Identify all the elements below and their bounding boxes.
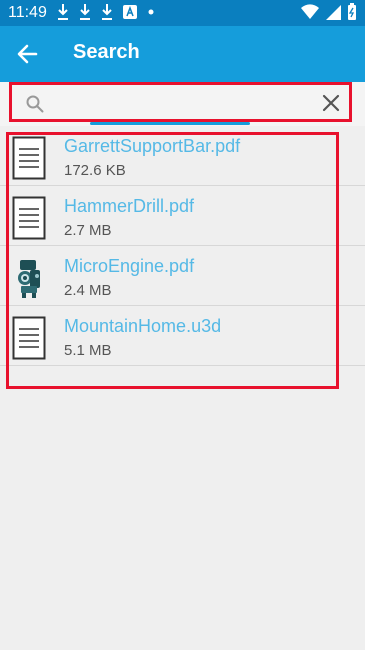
status-time: 11:49	[8, 4, 47, 21]
results-highlight	[6, 132, 339, 389]
dot-icon	[148, 9, 154, 15]
download-icon	[102, 4, 112, 20]
search-input[interactable]	[52, 89, 322, 115]
system-icons	[301, 3, 357, 21]
search-icon	[26, 95, 44, 113]
download-icon	[80, 4, 90, 20]
search-area	[0, 82, 365, 126]
notification-icons	[56, 3, 156, 21]
battery-icon	[348, 3, 356, 20]
search-focus-indicator	[90, 122, 250, 125]
close-icon[interactable]	[321, 93, 341, 113]
wifi-icon	[301, 4, 319, 20]
text-box-icon	[123, 5, 137, 19]
page-title: Search	[73, 41, 140, 63]
download-icon	[58, 4, 68, 20]
signal-icon	[326, 5, 341, 20]
status-bar: 11:49	[0, 0, 365, 26]
app-bar: Search	[0, 26, 365, 82]
back-arrow-icon[interactable]	[14, 40, 42, 68]
search-box[interactable]	[9, 82, 352, 122]
